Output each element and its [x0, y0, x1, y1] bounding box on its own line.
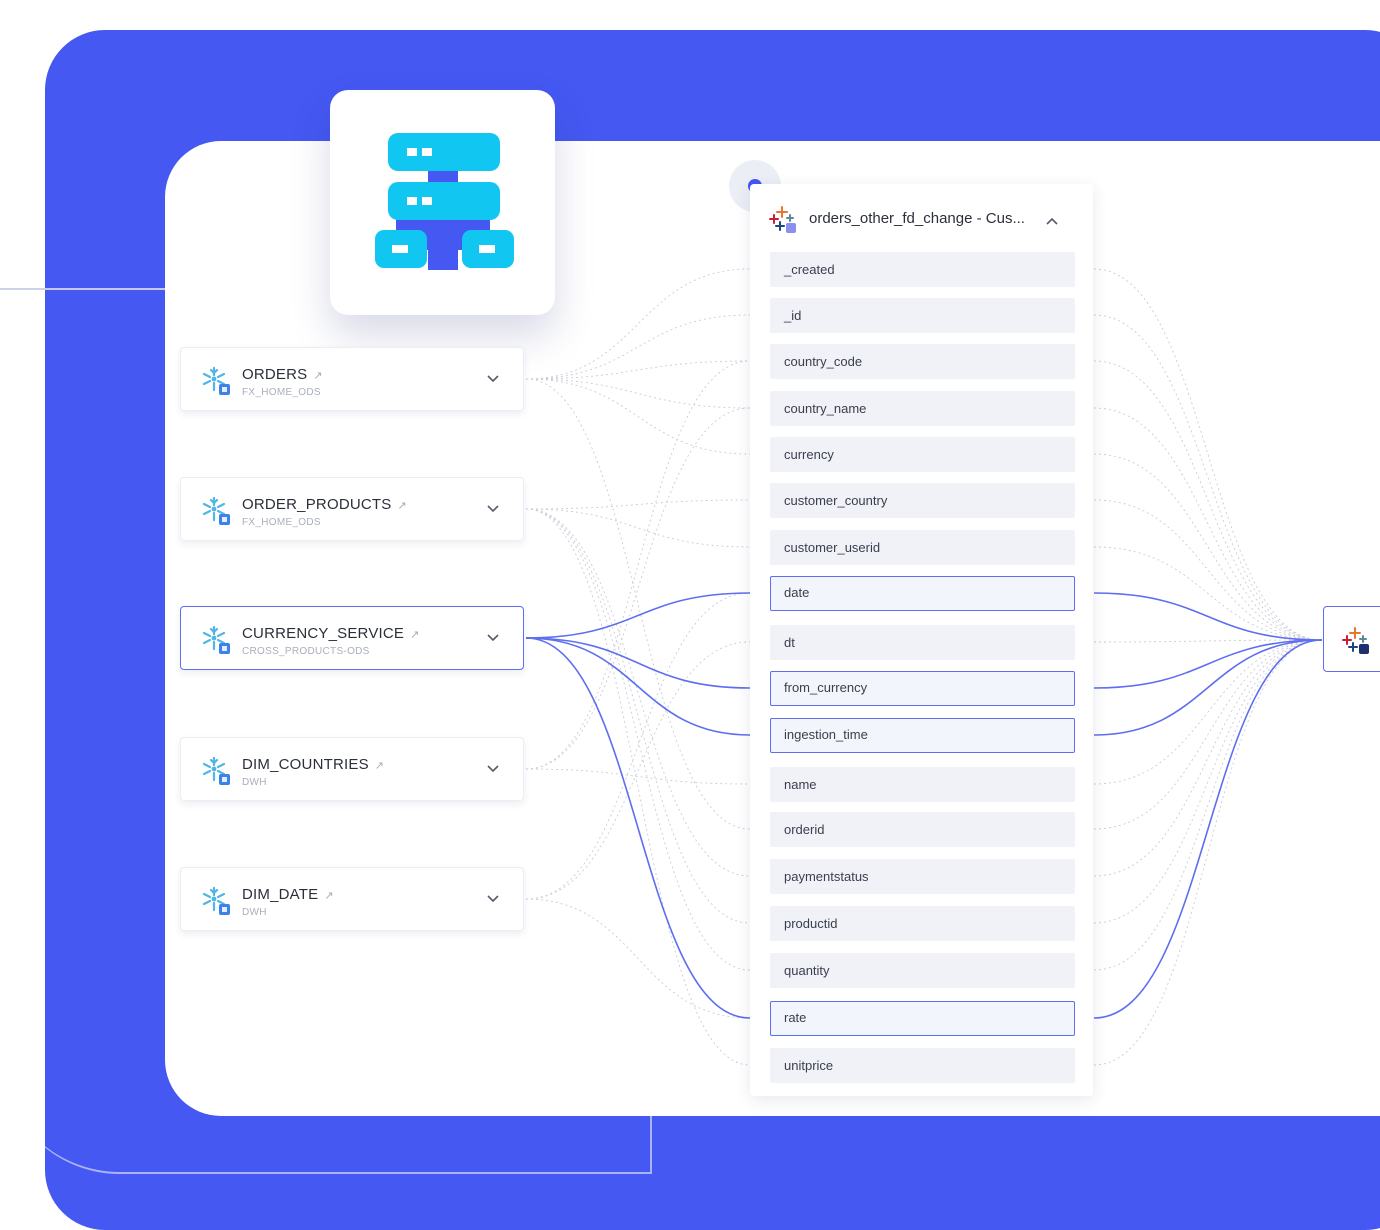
column-row[interactable]: name [770, 767, 1075, 802]
faint-edge [1093, 639, 1323, 924]
source-name-text: DIM_DATE [242, 886, 319, 903]
column-row[interactable]: country_code [770, 344, 1075, 379]
snowflake-icon [201, 496, 231, 526]
highlight-edge [1093, 639, 1323, 1019]
source-name-text: ORDERS [242, 366, 308, 383]
source-schema: DWH [242, 777, 267, 788]
faint-edge [525, 314, 751, 380]
source-schema: FX_HOME_ODS [242, 517, 321, 528]
server-hierarchy-icon [375, 133, 514, 270]
column-row[interactable]: orderid [770, 812, 1075, 847]
column-row[interactable]: from_currency [770, 671, 1075, 706]
column-row[interactable]: productid [770, 906, 1075, 941]
source-name[interactable]: DIM_DATE ↗ [242, 886, 334, 903]
source-schema: DWH [242, 907, 267, 918]
external-link-icon[interactable]: ↗ [324, 890, 333, 902]
faint-edge [1093, 407, 1323, 641]
tableau-icon [1342, 627, 1369, 654]
source-name[interactable]: CURRENCY_SERVICE ↗ [242, 625, 420, 642]
faint-edge [525, 360, 751, 770]
chevron-down-icon[interactable] [486, 502, 500, 516]
source-name-text: CURRENCY_SERVICE [242, 625, 405, 642]
faint-edge [1093, 639, 1323, 877]
faint-edge [1093, 639, 1323, 1066]
highlight-edge [525, 592, 751, 639]
chevron-down-icon[interactable] [486, 372, 500, 386]
faint-edge [1093, 268, 1323, 641]
chevron-down-icon[interactable] [486, 762, 500, 776]
faint-edge [525, 508, 751, 971]
source-schema: CROSS_PRODUCTS-ODS [242, 646, 370, 657]
faint-edge [525, 499, 751, 510]
logo-card [330, 90, 555, 315]
chevron-down-icon[interactable] [486, 892, 500, 906]
target-node[interactable] [1323, 606, 1380, 672]
source-node[interactable]: DIM_COUNTRIES ↗ DWH [180, 737, 524, 801]
faint-edge [525, 508, 751, 1066]
highlight-edge [525, 637, 751, 689]
faint-edge [525, 508, 751, 924]
chevron-down-icon[interactable] [486, 631, 500, 645]
faint-edge [1093, 639, 1323, 971]
highlight-edge [1093, 592, 1323, 641]
faint-edge [1093, 639, 1323, 830]
snowflake-icon [201, 756, 231, 786]
faint-edge [525, 378, 751, 455]
external-link-icon[interactable]: ↗ [410, 629, 419, 641]
column-row[interactable]: dt [770, 625, 1075, 660]
faint-edge [1093, 360, 1323, 641]
source-name[interactable]: ORDER_PRODUCTS ↗ [242, 496, 407, 513]
highlight-edge [1093, 639, 1323, 689]
column-row[interactable]: date [770, 576, 1075, 611]
column-row[interactable]: customer_country [770, 483, 1075, 518]
faint-edge [1093, 453, 1323, 641]
faint-edge [525, 592, 751, 900]
column-row[interactable]: currency [770, 437, 1075, 472]
faint-edge [525, 768, 751, 785]
table-card: orders_other_fd_change - Cus... _created… [750, 184, 1093, 1096]
tableau-icon [769, 206, 796, 233]
table-title[interactable]: orders_other_fd_change - Cus... [809, 210, 1025, 227]
source-name-text: ORDER_PRODUCTS [242, 496, 392, 513]
faint-edge [525, 378, 751, 409]
source-node[interactable]: ORDER_PRODUCTS ↗ FX_HOME_ODS [180, 477, 524, 541]
faint-edge [1093, 639, 1323, 785]
column-row[interactable]: paymentstatus [770, 859, 1075, 894]
source-node[interactable]: CURRENCY_SERVICE ↗ CROSS_PRODUCTS-ODS [180, 606, 524, 670]
column-row[interactable]: _created [770, 252, 1075, 287]
faint-edge [525, 641, 751, 900]
snowflake-icon [201, 886, 231, 916]
faint-edge [525, 268, 751, 380]
column-row[interactable]: unitprice [770, 1048, 1075, 1083]
source-schema: FX_HOME_ODS [242, 387, 321, 398]
source-node[interactable]: DIM_DATE ↗ DWH [180, 867, 524, 931]
highlight-edge [525, 637, 751, 1019]
external-link-icon[interactable]: ↗ [397, 500, 406, 512]
column-row[interactable]: quantity [770, 953, 1075, 988]
chevron-up-icon[interactable] [1045, 214, 1059, 228]
source-name-text: DIM_COUNTRIES [242, 756, 369, 773]
column-row[interactable]: _id [770, 298, 1075, 333]
column-row[interactable]: ingestion_time [770, 718, 1075, 753]
faint-edge [525, 360, 751, 380]
external-link-icon[interactable]: ↗ [313, 370, 322, 382]
external-link-icon[interactable]: ↗ [375, 760, 384, 772]
column-row[interactable]: country_name [770, 391, 1075, 426]
faint-edge [525, 898, 751, 1019]
source-name[interactable]: DIM_COUNTRIES ↗ [242, 756, 384, 773]
faint-edge [1093, 546, 1323, 641]
source-node[interactable]: ORDERS ↗ FX_HOME_ODS [180, 347, 524, 411]
column-row[interactable]: rate [770, 1001, 1075, 1036]
faint-edge [1093, 314, 1323, 641]
source-name[interactable]: ORDERS ↗ [242, 366, 323, 383]
snowflake-icon [201, 366, 231, 396]
snowflake-icon [201, 625, 231, 655]
faint-edge [1093, 499, 1323, 641]
column-row[interactable]: customer_userid [770, 530, 1075, 565]
